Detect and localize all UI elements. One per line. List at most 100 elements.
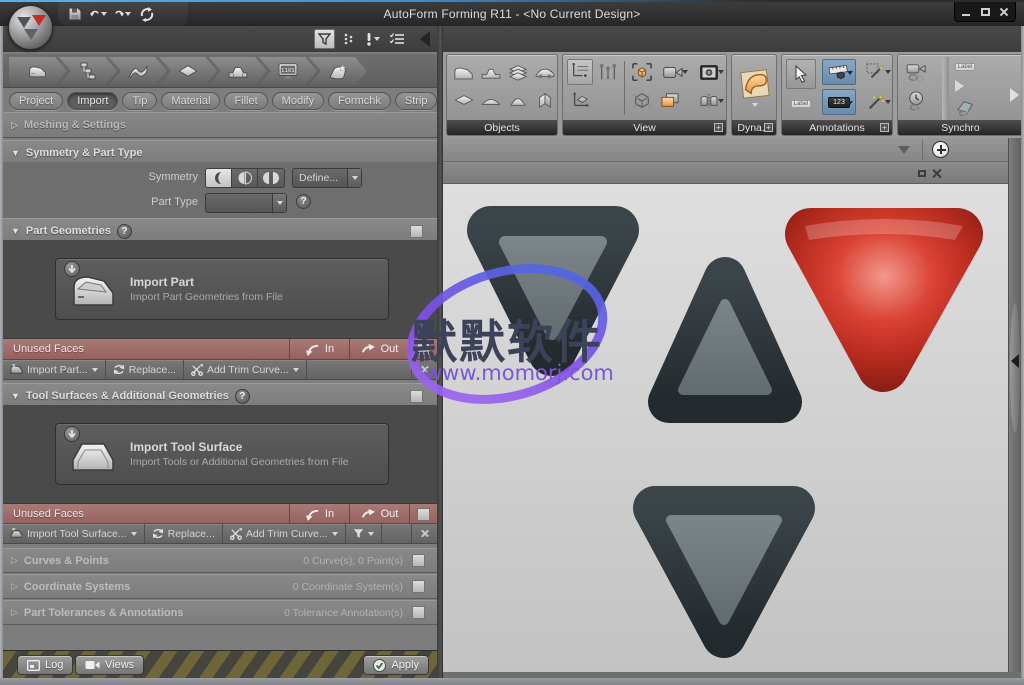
toolbar-close-button[interactable]	[411, 360, 437, 379]
viewport-3d-canvas[interactable]	[443, 184, 1008, 672]
issues-button[interactable]	[362, 29, 383, 49]
measure-points-button[interactable]	[595, 59, 621, 85]
zoom-fit-button[interactable]	[629, 59, 655, 85]
expand-group-icon[interactable]: +	[880, 123, 889, 132]
unused-faces-checkbox[interactable]	[417, 508, 430, 521]
toolbar-close-button[interactable]	[411, 524, 437, 543]
collapse-panel-button[interactable]	[414, 29, 435, 49]
show-open-part-button[interactable]	[532, 87, 558, 113]
slideshow-button[interactable]	[657, 87, 683, 113]
add-viewport-button[interactable]	[932, 141, 949, 158]
synchronize-labels-button[interactable]: Label	[952, 58, 978, 76]
synchro-play-button[interactable]	[950, 77, 968, 95]
symmetry-define-dropdown[interactable]: Define...	[292, 168, 362, 188]
workflow-step-springback[interactable]	[109, 57, 167, 85]
show-tools-button[interactable]	[478, 59, 504, 85]
tab-material[interactable]: Material	[161, 92, 220, 110]
camera-views-button[interactable]	[657, 59, 689, 85]
auto-annotate-button[interactable]	[860, 89, 892, 115]
undo-button[interactable]	[90, 6, 107, 23]
ribbon-overflow-arrow[interactable]	[1010, 88, 1019, 102]
show-part-button[interactable]	[451, 59, 477, 85]
auto-annotate-region-button[interactable]	[860, 59, 892, 85]
tab-formchk[interactable]: Formchk	[328, 92, 391, 110]
dropdown-caret[interactable]	[272, 194, 286, 212]
viewport-close-button[interactable]	[930, 166, 944, 180]
log-button[interactable]: Log	[17, 655, 73, 675]
section-meshing-settings[interactable]: ▷ Meshing & Settings	[3, 112, 437, 138]
viewport-dropdown-button[interactable]	[895, 146, 913, 156]
close-button[interactable]	[996, 5, 1012, 19]
expand-group-icon[interactable]: +	[714, 123, 723, 132]
workflow-step-simulation[interactable]: 1101	[259, 57, 317, 85]
section-coordinate-systems[interactable]: ▷ Coordinate Systems 0 Coordinate System…	[3, 574, 437, 599]
import-part-button[interactable]: Import Part Import Part Geometries from …	[55, 258, 389, 320]
bounding-box-button[interactable]	[629, 87, 655, 113]
tab-modify[interactable]: Modify	[272, 92, 324, 110]
show-dome-button[interactable]	[505, 87, 531, 113]
tab-strip[interactable]: Strip	[395, 92, 437, 110]
viewport-maximize-button[interactable]	[915, 166, 929, 180]
part-geometries-checkbox[interactable]	[410, 225, 423, 238]
object-tree-button[interactable]	[567, 59, 593, 85]
symmetry-none-button[interactable]	[206, 169, 232, 187]
tool-surfaces-checkbox[interactable]	[410, 390, 423, 403]
synchronize-results-button[interactable]	[952, 95, 978, 121]
expand-group-icon[interactable]: +	[764, 123, 773, 132]
part-type-dropdown[interactable]	[205, 193, 287, 213]
dyna-surface-button[interactable]	[736, 61, 774, 113]
expand-right-panel-arrow[interactable]	[1011, 354, 1019, 368]
update-design-button[interactable]	[138, 6, 155, 23]
import-part-menu-button[interactable]: Import Part...	[3, 360, 106, 379]
section-curves-points[interactable]: ▷ Curves & Points 0 Curve(s), 0 Point(s)	[3, 548, 437, 573]
snapshot-button[interactable]	[693, 59, 725, 85]
workflow-step-tooling[interactable]	[209, 57, 267, 85]
filter-menu-button[interactable]	[346, 524, 382, 543]
splitter-handle[interactable]	[1010, 303, 1020, 433]
section-part-tolerances[interactable]: ▷ Part Tolerances & Annotations 0 Tolera…	[3, 600, 437, 625]
select-annotation-button[interactable]	[786, 59, 816, 89]
synchronize-time-button[interactable]	[904, 88, 930, 114]
tab-project[interactable]: Project	[9, 92, 63, 110]
workflow-step-blank[interactable]	[159, 57, 217, 85]
symmetry-double-button[interactable]	[258, 169, 284, 187]
coordinate-systems-checkbox[interactable]	[412, 580, 425, 593]
part-tolerances-checkbox[interactable]	[412, 606, 425, 619]
unused-faces-in-button[interactable]: In	[289, 504, 349, 524]
add-trim-curve-button[interactable]: Add Trim Curve...	[223, 524, 346, 543]
tab-tip[interactable]: Tip	[122, 92, 157, 110]
numeric-annotation-button[interactable]: 123	[822, 89, 856, 115]
tab-fillet[interactable]: Fillet	[224, 92, 267, 110]
views-button[interactable]: Views	[75, 655, 144, 675]
autoform-app-logo[interactable]	[8, 5, 53, 50]
apply-button[interactable]: Apply	[363, 655, 429, 675]
symmetry-half-button[interactable]	[232, 169, 258, 187]
workflow-step-part[interactable]	[9, 57, 67, 85]
add-trim-curve-button[interactable]: Add Trim Curve...	[184, 360, 307, 379]
measure-distance-button[interactable]	[822, 59, 856, 85]
title-bar[interactable]: AutoForm Forming R11 - <No Current Desig…	[0, 2, 1024, 26]
import-tool-surface-menu-button[interactable]: Import Tool Surface...	[3, 524, 145, 543]
list-options-button[interactable]	[338, 29, 359, 49]
checklist-button[interactable]	[386, 29, 407, 49]
align-view-button[interactable]	[567, 87, 593, 113]
dropdown-caret[interactable]	[347, 169, 361, 187]
synchronize-cameras-button[interactable]	[904, 59, 930, 85]
part-geometries-help-button[interactable]: ?	[117, 224, 132, 239]
show-formed-blank-button[interactable]	[478, 87, 504, 113]
unused-faces-in-button[interactable]: In	[289, 339, 349, 359]
workflow-step-result[interactable]	[309, 57, 367, 85]
import-tool-surface-button[interactable]: Import Tool Surface Import Tools or Addi…	[55, 423, 389, 485]
tool-surfaces-help-button[interactable]: ?	[235, 389, 250, 404]
section-mirror-button[interactable]	[693, 87, 725, 113]
workflow-step-process-plan[interactable]	[59, 57, 117, 85]
minimize-button[interactable]	[958, 5, 974, 19]
part-type-help-button[interactable]: ?	[296, 194, 311, 209]
viewport-title-bar[interactable]	[443, 162, 1008, 184]
save-button[interactable]	[66, 6, 83, 23]
maximize-button[interactable]	[977, 5, 993, 19]
unused-faces-out-button[interactable]: Out	[349, 504, 409, 524]
right-splitter-strip[interactable]	[1008, 138, 1021, 677]
curves-points-checkbox[interactable]	[412, 554, 425, 567]
replace-button[interactable]: Replace...	[106, 360, 184, 379]
